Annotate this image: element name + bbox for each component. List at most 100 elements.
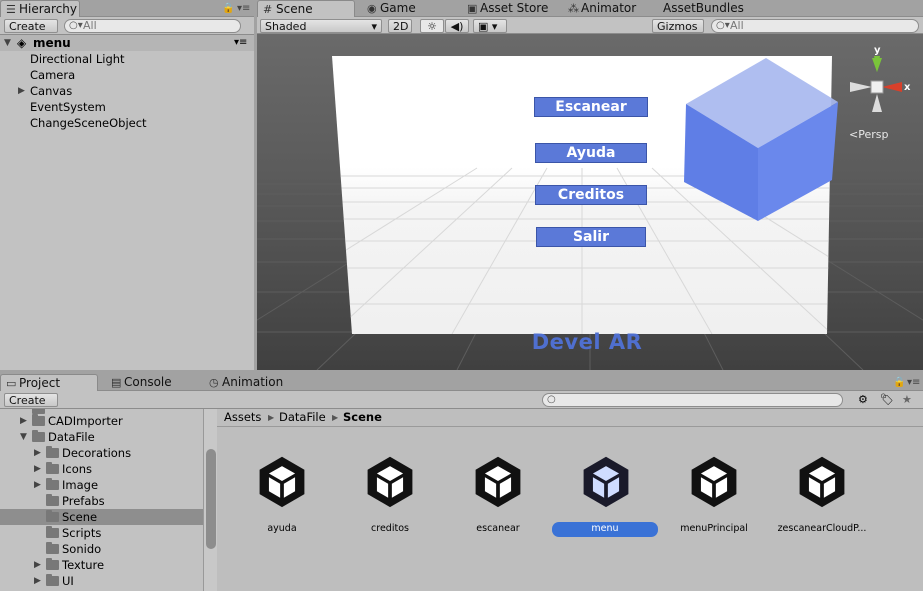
hierarchy-create-button[interactable]: Create ▾ bbox=[4, 19, 58, 46]
selected-asset-label: menu bbox=[552, 522, 658, 537]
project-create-button[interactable]: Create ▾ bbox=[4, 393, 58, 420]
hierarchy-item-changesceneobject[interactable]: ChangeSceneObject bbox=[0, 115, 254, 131]
fold-closed-icon[interactable]: ▶ bbox=[34, 477, 41, 493]
orientation-gizmo[interactable]: y x bbox=[842, 42, 922, 132]
audio-toggle[interactable]: ◀) bbox=[445, 19, 469, 33]
tab-asset-store[interactable]: ▣ Asset Store bbox=[462, 0, 562, 17]
fold-open-icon[interactable]: ▼ bbox=[4, 35, 11, 51]
scene-root-row[interactable]: ▼ ◈ menu ▾≡ bbox=[0, 35, 254, 51]
fold-closed-icon[interactable]: ▶ bbox=[18, 83, 25, 99]
fold-closed-icon[interactable]: ▶ bbox=[34, 573, 41, 589]
tab-project[interactable]: ▭ Project bbox=[0, 374, 98, 391]
breadcrumb-datafile[interactable]: DataFile bbox=[279, 409, 326, 426]
asset-grid: Assets ▶ DataFile ▶ Scene ayuda creditos bbox=[217, 409, 923, 591]
folder-icon bbox=[46, 510, 59, 522]
asset-item-ayuda[interactable]: ayuda bbox=[228, 453, 336, 543]
project-search-input[interactable]: ○ bbox=[542, 393, 843, 407]
tab-animator[interactable]: ⁂ Animator bbox=[563, 0, 653, 17]
gizmos-dropdown[interactable]: Gizmos ▾ bbox=[652, 19, 704, 46]
unity-scene-icon bbox=[583, 456, 629, 508]
hierarchy-search-input[interactable]: ○▾ All bbox=[64, 19, 241, 33]
unity-scene-icon bbox=[691, 456, 737, 508]
search-icon: ○▾ bbox=[716, 20, 730, 31]
tab-hierarchy[interactable]: ☰ Hierarchy bbox=[0, 0, 80, 17]
gizmo-x-label: x bbox=[904, 82, 911, 93]
favorites-star-icon[interactable]: ★ bbox=[902, 393, 912, 406]
hierarchy-item-eventsystem[interactable]: EventSystem bbox=[0, 99, 254, 115]
tree-item-ui[interactable]: ▶ UI bbox=[0, 573, 203, 589]
devel-ar-logo-text: Devel AR bbox=[531, 330, 643, 354]
effects-dropdown[interactable]: ▣ ▾ bbox=[473, 19, 507, 33]
scrollbar-thumb[interactable] bbox=[206, 449, 216, 549]
folder-icon bbox=[46, 526, 59, 538]
scene-viewport[interactable]: Escanear Ayuda Creditos Salir Devel AR y… bbox=[257, 34, 923, 370]
scene-toolbar: Shaded ▾ 2D ☼ ◀) ▣ ▾ Gizmos ▾ ○▾ All bbox=[257, 17, 923, 46]
lighting-toggle[interactable]: ☼ bbox=[420, 19, 444, 33]
asset-item-menu[interactable]: menu bbox=[552, 453, 660, 543]
scene-name: menu bbox=[33, 36, 71, 50]
unity-scene-icon bbox=[799, 456, 845, 508]
fold-closed-icon[interactable]: ▶ bbox=[34, 557, 41, 573]
lock-icon[interactable]: 🔒 bbox=[222, 3, 234, 14]
search-icon: ○▾ bbox=[69, 20, 83, 31]
ayuda-button[interactable]: Ayuda bbox=[535, 143, 647, 163]
folder-icon bbox=[32, 414, 45, 426]
tab-scene[interactable]: # Scene bbox=[257, 0, 355, 17]
panel-menu-icon[interactable]: ▾≡ bbox=[907, 377, 920, 388]
tab-console[interactable]: ▤ Console bbox=[106, 374, 196, 391]
hierarchy-item-directional-light[interactable]: Directional Light bbox=[0, 51, 254, 67]
cube-object[interactable] bbox=[682, 56, 842, 226]
folder-icon bbox=[46, 478, 59, 490]
filter-by-type-icon[interactable]: ⚙ bbox=[858, 393, 868, 406]
clock-icon: ◷ bbox=[209, 376, 219, 389]
tree-item-scene[interactable]: Scene bbox=[0, 509, 203, 525]
asset-item-creditos[interactable]: creditos bbox=[336, 453, 444, 543]
fold-open-icon[interactable]: ▼ bbox=[20, 429, 27, 445]
asset-item-escanear[interactable]: escanear bbox=[444, 453, 552, 543]
lock-icon[interactable]: 🔒 bbox=[893, 377, 905, 388]
list-icon: ☰ bbox=[6, 3, 16, 16]
tree-item-scripts[interactable]: Scripts bbox=[0, 525, 203, 541]
tree-item-datafile[interactable]: ▼ DataFile bbox=[0, 429, 203, 445]
breadcrumb-scene[interactable]: Scene bbox=[343, 409, 382, 426]
tab-animation[interactable]: ◷ Animation bbox=[204, 374, 304, 391]
tree-scrollbar[interactable] bbox=[203, 409, 217, 591]
sun-icon: ☼ bbox=[427, 20, 437, 33]
salir-button[interactable]: Salir bbox=[536, 227, 646, 247]
persp-label[interactable]: <Persp bbox=[849, 128, 888, 141]
scene-menu-icon[interactable]: ▾≡ bbox=[234, 35, 247, 51]
tree-item-texture[interactable]: ▶ Texture bbox=[0, 557, 203, 573]
asset-item-menuprincipal[interactable]: menuPrincipal bbox=[660, 453, 768, 543]
folder-icon bbox=[32, 430, 45, 442]
tree-item-cadimporter[interactable]: ▶ CADImporter bbox=[0, 413, 203, 429]
tree-item-icons[interactable]: ▶ Icons bbox=[0, 461, 203, 477]
project-toolbar: Create ▾ ○ ⚙ 🏷 ★ bbox=[0, 391, 923, 420]
shading-mode-dropdown[interactable]: Shaded ▾ bbox=[260, 19, 382, 33]
folder-icon bbox=[46, 462, 59, 474]
panel-menu-icon[interactable]: ▾≡ bbox=[237, 3, 250, 14]
escanear-button[interactable]: Escanear bbox=[534, 97, 648, 117]
fold-closed-icon[interactable]: ▶ bbox=[34, 461, 41, 477]
tree-item-decorations[interactable]: ▶ Decorations bbox=[0, 445, 203, 461]
filter-by-label-icon[interactable]: 🏷 bbox=[880, 393, 894, 406]
project-tabbar: ▭ Project ▤ Console ◷ Animation 🔒 ▾≡ bbox=[0, 374, 923, 391]
hierarchy-item-camera[interactable]: Camera bbox=[0, 67, 254, 83]
tree-item-prefabs[interactable]: Prefabs bbox=[0, 493, 203, 509]
asset-item-zescanearcloudp[interactable]: zescanearCloudP... bbox=[768, 453, 876, 543]
tree-item-image[interactable]: ▶ Image bbox=[0, 477, 203, 493]
fold-closed-icon[interactable]: ▶ bbox=[34, 445, 41, 461]
fold-closed-icon[interactable]: ▶ bbox=[20, 413, 27, 429]
project-panel: ▭ Project ▤ Console ◷ Animation 🔒 ▾≡ Cre… bbox=[0, 374, 923, 591]
tab-game[interactable]: ◉ Game bbox=[362, 0, 432, 17]
hierarchy-list: ▼ ◈ menu ▾≡ Directional Light Camera ▶ C… bbox=[0, 35, 254, 370]
tree-item-sonido[interactable]: Sonido bbox=[0, 541, 203, 557]
hierarchy-item-canvas[interactable]: ▶ Canvas bbox=[0, 83, 254, 99]
tab-asset-bundles[interactable]: AssetBundles bbox=[645, 0, 755, 17]
scene-tabbar: # Scene ◉ Game ▣ Asset Store ⁂ Animator … bbox=[257, 0, 923, 17]
hierarchy-toolbar: Create ▾ ○▾ All bbox=[0, 17, 254, 46]
search-icon: ○ bbox=[547, 394, 556, 405]
creditos-button[interactable]: Creditos bbox=[535, 185, 647, 205]
mode-2d-button[interactable]: 2D bbox=[388, 19, 412, 33]
breadcrumb-assets[interactable]: Assets bbox=[224, 409, 261, 426]
scene-search-input[interactable]: ○▾ All bbox=[711, 19, 919, 33]
